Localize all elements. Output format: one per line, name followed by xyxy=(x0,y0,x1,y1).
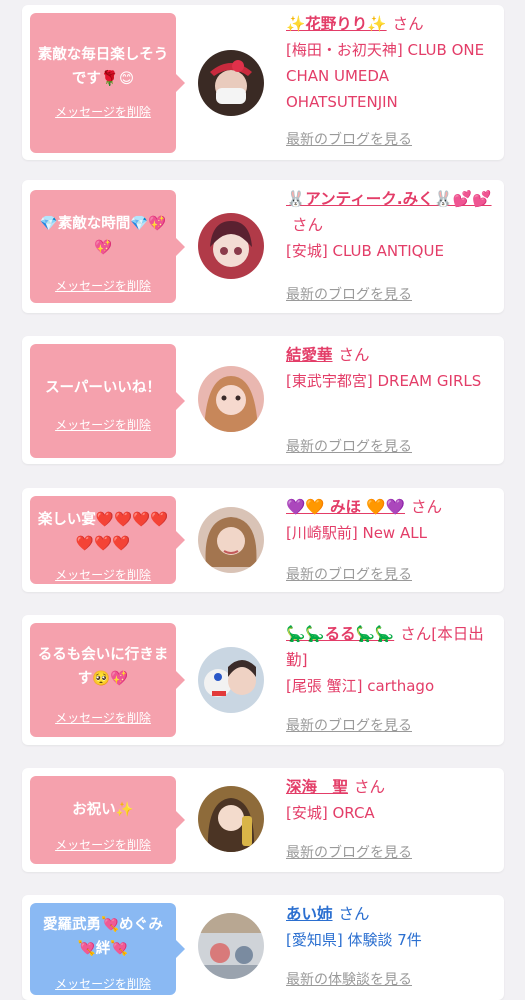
message-card: スーパーいいね！ メッセージを削除 結愛華 さん [東武宇都宮] DREAM GI… xyxy=(22,336,504,464)
message-bubble: スーパーいいね！ メッセージを削除 xyxy=(30,344,185,458)
latest-blog-link[interactable]: 最新のブログを見る xyxy=(286,842,412,862)
message-card: 楽しい宴❤️❤️❤️❤️❤️❤️❤️ メッセージを削除 💜🧡 みほ 🧡💜 さん [… xyxy=(22,488,504,592)
message-bubble: 楽しい宴❤️❤️❤️❤️❤️❤️❤️ メッセージを削除 xyxy=(30,496,185,584)
delete-message-link[interactable]: メッセージを削除 xyxy=(30,709,176,726)
delete-message-link[interactable]: メッセージを削除 xyxy=(30,416,176,433)
message-card: 素敵な毎日楽しそうです🌹😊 メッセージを削除 ✨花野りり✨ さん [梅田・お初天神… xyxy=(22,5,504,160)
latest-blog-link[interactable]: 最新のブログを見る xyxy=(286,284,412,304)
honorific: さん xyxy=(411,498,443,516)
girl-name-link[interactable]: 🦕🦕るる🦕🦕 xyxy=(286,625,394,643)
avatar[interactable] xyxy=(198,507,264,573)
shop-name: [川崎駅前] New ALL xyxy=(286,524,427,542)
name-line: 🐰アンティーク.みく🐰💕💕 さん xyxy=(286,186,498,238)
name-line: あい姉 さん xyxy=(286,901,498,927)
name-line: 💜🧡 みほ 🧡💜 さん xyxy=(286,494,498,520)
latest-blog-link[interactable]: 最新のブログを見る xyxy=(286,715,412,735)
avatar[interactable] xyxy=(198,913,264,979)
latest-blog-link[interactable]: 最新のブログを見る xyxy=(286,564,412,584)
message-text: るるも会いに行きます🥺💖 xyxy=(37,647,169,687)
delete-message-link[interactable]: メッセージを削除 xyxy=(30,975,176,992)
latest-review-link[interactable]: 最新の体験談を見る xyxy=(286,969,412,989)
shop-name: [梅田・お初天神] CLUB ONE CHAN UMEDA OHATSUTENJ… xyxy=(286,41,485,111)
review-count: [愛知県] 体験談 7件 xyxy=(286,931,422,949)
avatar[interactable] xyxy=(198,50,264,116)
girl-info: 🐰アンティーク.みく🐰💕💕 さん [安城] CLUB ANTIQUE xyxy=(286,186,498,264)
message-text: 素敵な毎日楽しそうです🌹😊 xyxy=(37,47,169,87)
shop-name: [尾張 蟹江] carthago xyxy=(286,677,435,695)
message-bubble: 愛羅武勇💘めぐみ💘絆💘 メッセージを削除 xyxy=(30,903,185,995)
delete-message-link[interactable]: メッセージを削除 xyxy=(30,566,176,583)
avatar[interactable] xyxy=(198,366,264,432)
message-card: るるも会いに行きます🥺💖 メッセージを削除 🦕🦕るる🦕🦕 さん[本日出勤] [尾張… xyxy=(22,615,504,745)
girl-name-link[interactable]: 💜🧡 みほ 🧡💜 xyxy=(286,498,405,516)
girl-info: あい姉 さん [愛知県] 体験談 7件 xyxy=(286,901,498,953)
honorific: さん xyxy=(354,778,386,796)
reviewer-name-link[interactable]: あい姉 xyxy=(286,905,333,923)
message-bubble: 💎素敵な時間💎💖💖 メッセージを削除 xyxy=(30,190,185,303)
latest-blog-link[interactable]: 最新のブログを見る xyxy=(286,129,412,149)
honorific: さん xyxy=(338,346,370,364)
girl-info: 結愛華 さん [東武宇都宮] DREAM GIRLS xyxy=(286,342,498,394)
delete-message-link[interactable]: メッセージを削除 xyxy=(30,277,176,294)
girl-info: 深海 聖さん [安城] ORCA xyxy=(286,774,498,826)
message-bubble: お祝い✨ メッセージを削除 xyxy=(30,776,185,864)
shop-name: [東武宇都宮] DREAM GIRLS xyxy=(286,372,482,390)
girl-name-link[interactable]: 結愛華 xyxy=(286,346,333,364)
name-line: ✨花野りり✨ さん xyxy=(286,11,498,37)
name-line: 深海 聖さん xyxy=(286,774,498,800)
avatar[interactable] xyxy=(198,213,264,279)
message-bubble: るるも会いに行きます🥺💖 メッセージを削除 xyxy=(30,623,185,737)
girl-info: 🦕🦕るる🦕🦕 さん[本日出勤] [尾張 蟹江] carthago xyxy=(286,621,498,699)
message-list: 素敵な毎日楽しそうです🌹😊 メッセージを削除 ✨花野りり✨ さん [梅田・お初天神… xyxy=(0,0,525,1000)
girl-name-link[interactable]: 🐰アンティーク.みく🐰💕💕 xyxy=(286,190,492,208)
name-line: 🦕🦕るる🦕🦕 さん[本日出勤] xyxy=(286,621,498,673)
message-text: 💎素敵な時間💎💖💖 xyxy=(39,216,167,256)
honorific: さん xyxy=(392,15,424,33)
latest-blog-link[interactable]: 最新のブログを見る xyxy=(286,436,412,456)
avatar[interactable] xyxy=(198,647,264,713)
message-text: お祝い✨ xyxy=(72,802,134,818)
message-text: 楽しい宴❤️❤️❤️❤️❤️❤️❤️ xyxy=(37,512,169,552)
delete-message-link[interactable]: メッセージを削除 xyxy=(30,836,176,853)
girl-name-link[interactable]: 深海 聖 xyxy=(286,778,348,796)
girl-info: 💜🧡 みほ 🧡💜 さん [川崎駅前] New ALL xyxy=(286,494,498,546)
girl-name-link[interactable]: ✨花野りり✨ xyxy=(286,15,387,33)
message-card: お祝い✨ メッセージを削除 深海 聖さん [安城] ORCA 最新のブログを見る xyxy=(22,768,504,872)
delete-message-link[interactable]: メッセージを削除 xyxy=(30,103,176,120)
message-card: 💎素敵な時間💎💖💖 メッセージを削除 🐰アンティーク.みく🐰💕💕 さん [安城] … xyxy=(22,180,504,313)
shop-name: [安城] ORCA xyxy=(286,804,375,822)
avatar[interactable] xyxy=(198,786,264,852)
name-line: 結愛華 さん xyxy=(286,342,498,368)
shop-name: [安城] CLUB ANTIQUE xyxy=(286,242,444,260)
honorific: さん xyxy=(338,905,370,923)
message-text: 愛羅武勇💘めぐみ💘絆💘 xyxy=(43,917,163,957)
message-card: 愛羅武勇💘めぐみ💘絆💘 メッセージを削除 あい姉 さん [愛知県] 体験談 7件 … xyxy=(22,895,504,1000)
message-bubble: 素敵な毎日楽しそうです🌹😊 メッセージを削除 xyxy=(30,13,185,153)
message-text: スーパーいいね！ xyxy=(45,380,161,396)
girl-info: ✨花野りり✨ さん [梅田・お初天神] CLUB ONE CHAN UMEDA O… xyxy=(286,11,498,115)
honorific: さん xyxy=(292,216,324,234)
